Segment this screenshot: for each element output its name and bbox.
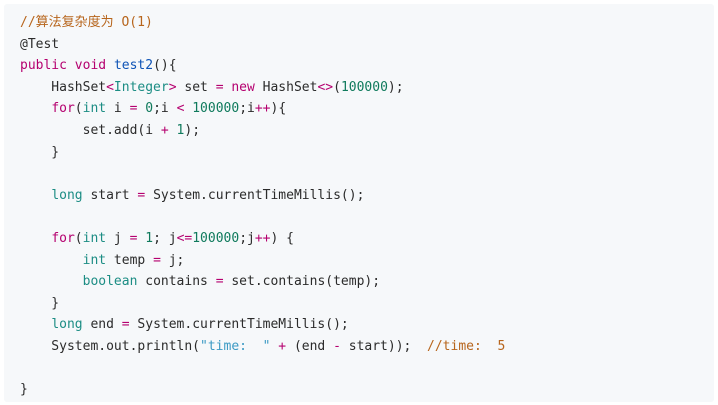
code-token-plain: set.contains(temp); <box>223 274 381 290</box>
code-token-type: boolean <box>82 274 138 290</box>
code-token-plain: ); <box>184 122 201 138</box>
code-line: //算法复杂度为 O(1) <box>20 12 714 34</box>
code-token-plain: ( <box>74 101 83 117</box>
code-token-plain: (){ <box>153 58 177 74</box>
code-token-plain: ); <box>387 79 404 95</box>
code-token-number: 100000 <box>192 230 240 246</box>
code-line: int temp = j; <box>20 250 714 272</box>
code-token-plain: temp <box>106 252 154 268</box>
code-token-plain: ;j <box>239 230 255 246</box>
code-token-plain: contains <box>137 274 216 290</box>
code-token-operator: = <box>121 317 130 333</box>
code-token-operator: <= <box>176 230 193 246</box>
code-token-plain: } <box>20 295 60 311</box>
code-token-operator: ++ <box>254 230 271 246</box>
code-token-plain: j <box>106 230 130 246</box>
code-token-operator: - <box>333 338 341 354</box>
code-token-number: 100000 <box>192 101 240 117</box>
code-token-keyword: void <box>74 58 107 74</box>
code-line: System.out.println("time: " + (end - sta… <box>20 336 714 358</box>
code-token-plain: System.out.println( <box>20 338 201 354</box>
code-token-plain: ( <box>74 230 83 246</box>
code-line: for(int i = 0;i < 100000;i++){ <box>20 98 714 120</box>
code-token-plain: ; j <box>153 230 177 246</box>
code-lines: //算法复杂度为 O(1) @Test public void test2(){ H… <box>20 12 714 401</box>
code-line: } <box>20 142 714 164</box>
code-token-plain: j; <box>160 252 185 268</box>
code-token-type: int <box>82 252 107 268</box>
code-token-plain: set <box>176 79 216 95</box>
code-line: set.add(i + 1); <box>20 120 714 142</box>
code-token-type: int <box>82 230 107 246</box>
code-line: for(int j = 1; j<=100000;j++) { <box>20 228 714 250</box>
code-token-plain: } <box>20 382 28 398</box>
code-token-plain: ){ <box>270 101 287 117</box>
code-line: HashSet<Integer> set = new HashSet<>(100… <box>20 77 714 99</box>
code-token-number: 100000 <box>340 79 388 95</box>
code-line: } <box>20 379 714 401</box>
code-token-comment: //算法复杂度为 O(1) <box>20 15 153 30</box>
code-line: long end = System.currentTimeMillis(); <box>20 314 714 336</box>
code-block: //算法复杂度为 O(1) @Test public void test2(){ H… <box>4 4 714 402</box>
code-line: long start = System.currentTimeMillis(); <box>20 185 714 207</box>
code-token-keyword: for <box>51 230 75 246</box>
code-token-keyword: public <box>20 58 67 74</box>
code-token-plain: HashSet <box>254 79 318 95</box>
code-token-plain: end <box>82 317 122 333</box>
code-line: @Test <box>20 34 714 56</box>
code-token-operator: = <box>153 252 161 268</box>
code-token-operator: <> <box>317 79 334 95</box>
code-token-operator: ++ <box>254 101 271 117</box>
code-token-plain: ;i <box>239 101 255 117</box>
code-token-keyword: new <box>231 79 255 95</box>
code-token-plain: start)); <box>340 338 428 354</box>
code-token-number: 1 <box>145 230 154 246</box>
code-token-type: Integer <box>113 79 169 95</box>
code-token-plain: ) { <box>270 230 294 246</box>
code-token-comment: //time: 5 <box>427 338 506 354</box>
code-token-operator: > <box>168 79 177 95</box>
code-line: public void test2(){ <box>20 55 714 77</box>
code-token-plain: } <box>20 144 60 160</box>
code-token-plain: set.add(i <box>20 122 161 138</box>
code-token-string: "time: " <box>200 338 271 354</box>
code-token-function: test2 <box>113 58 154 74</box>
code-token-plain: (end <box>286 338 334 354</box>
code-token-type: long <box>51 187 83 203</box>
code-token-operator: < <box>106 79 114 95</box>
code-token-operator: + <box>278 338 287 354</box>
code-token-plain: ( <box>333 79 341 95</box>
code-token-plain: System.currentTimeMillis(); <box>145 187 365 203</box>
code-token-keyword: for <box>51 101 75 117</box>
code-line: } <box>20 293 714 315</box>
code-token-number: 0 <box>145 101 154 117</box>
code-token-plain: @Test <box>20 36 60 52</box>
code-token-operator: = <box>215 274 224 290</box>
code-token-plain: System.currentTimeMillis(); <box>129 317 349 333</box>
code-token-plain: i <box>106 101 130 117</box>
code-token-plain: HashSet <box>20 79 107 95</box>
code-token-type: long <box>51 317 83 333</box>
code-token-plain: start <box>82 187 138 203</box>
code-token-operator: = <box>215 79 224 95</box>
code-token-operator: + <box>160 122 169 138</box>
code-token-type: int <box>82 101 107 117</box>
code-token-plain: ;i <box>153 101 177 117</box>
code-line: boolean contains = set.contains(temp); <box>20 271 714 293</box>
